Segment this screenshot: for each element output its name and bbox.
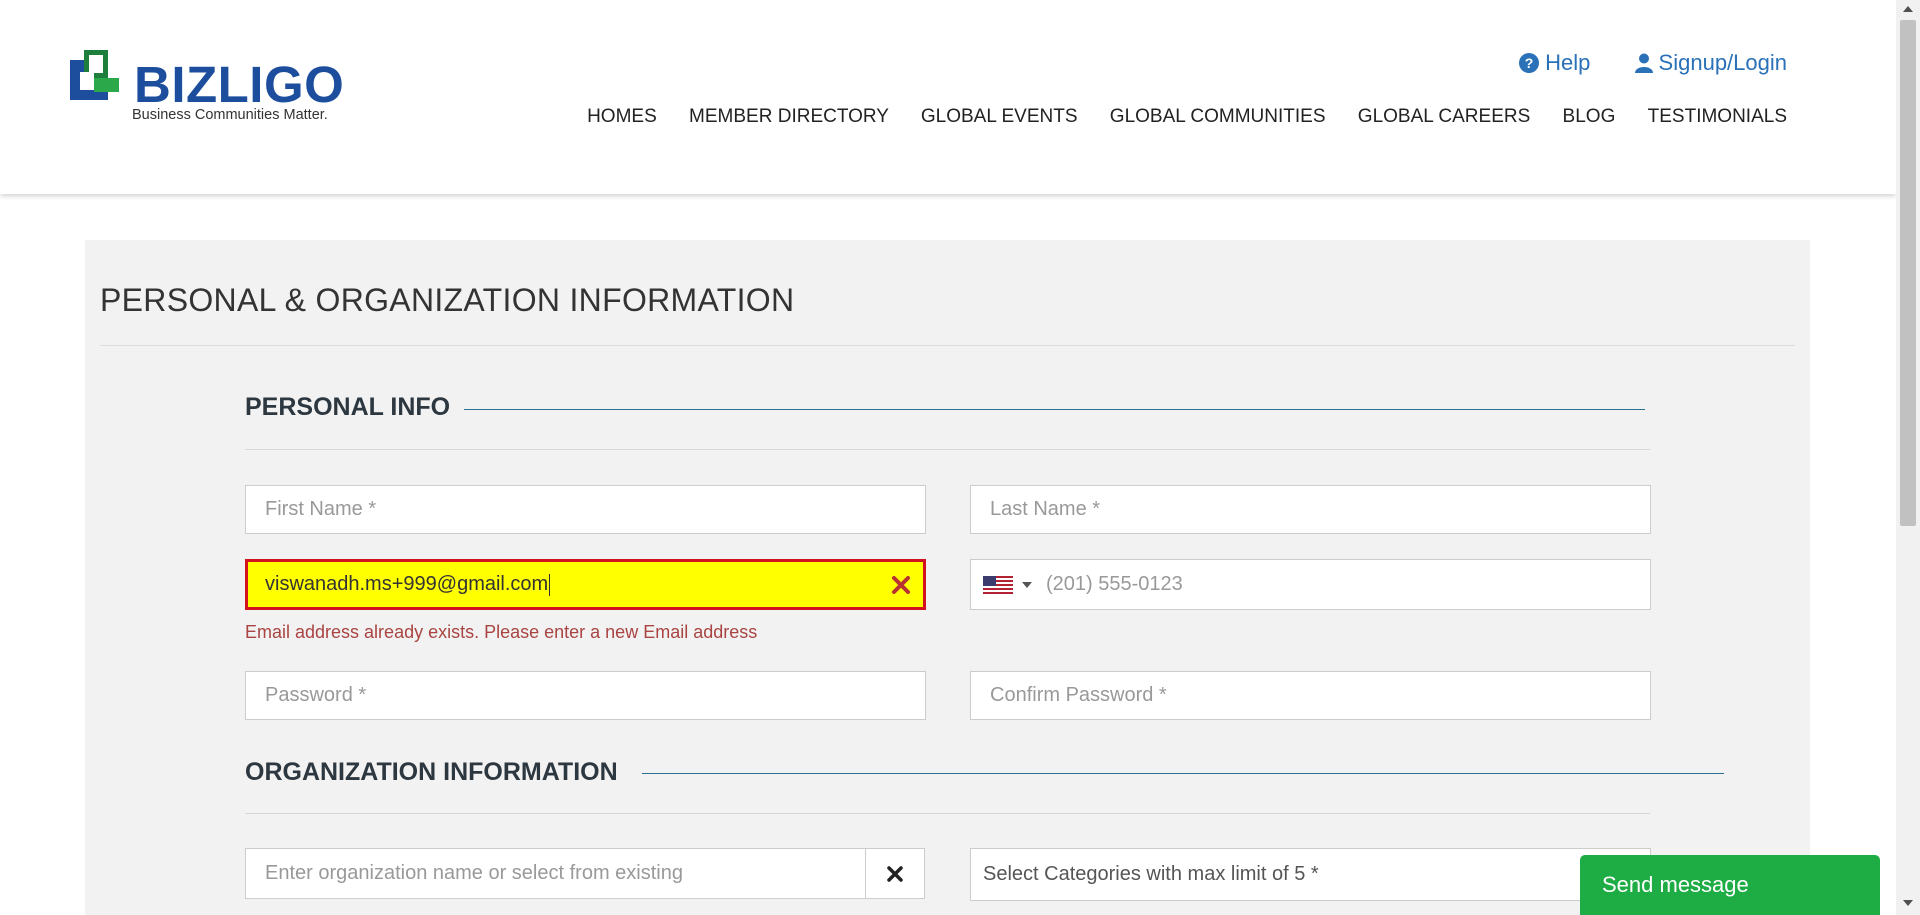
close-icon bbox=[887, 865, 903, 882]
organization-name-input[interactable]: Enter organization name or select from e… bbox=[245, 848, 867, 899]
scroll-down-arrow-icon[interactable] bbox=[1903, 900, 1913, 906]
nav-testimonials[interactable]: TESTIMONIALS bbox=[1648, 106, 1787, 127]
text-caret bbox=[549, 573, 551, 596]
personal-info-heading-line bbox=[464, 409, 1645, 410]
help-link[interactable]: ? Help bbox=[1519, 50, 1590, 76]
confirm-password-field[interactable]: Confirm Password * bbox=[970, 671, 1651, 720]
scroll-up-arrow-icon[interactable] bbox=[1903, 6, 1913, 12]
categories-placeholder: Select Categories with max limit of 5 * bbox=[983, 863, 1319, 885]
signup-login-label: Signup/Login bbox=[1658, 50, 1787, 75]
send-message-label: Send message bbox=[1602, 872, 1749, 897]
password-field[interactable]: Password * bbox=[245, 671, 926, 720]
page-scrollbar[interactable] bbox=[1896, 0, 1920, 915]
phone-placeholder: (201) 555-0123 bbox=[1046, 573, 1183, 595]
last-name-placeholder: Last Name * bbox=[990, 498, 1101, 520]
categories-select[interactable]: Select Categories with max limit of 5 * bbox=[970, 848, 1651, 901]
nav-homes[interactable]: HOMES bbox=[587, 106, 657, 127]
password-placeholder: Password * bbox=[265, 684, 367, 706]
clear-email-icon[interactable] bbox=[891, 575, 911, 595]
personal-info-divider bbox=[245, 449, 1650, 450]
top-links: ? Help Signup/Login bbox=[1481, 50, 1787, 79]
form-panel: PERSONAL & ORGANIZATION INFORMATION PERS… bbox=[85, 240, 1810, 915]
confirm-password-placeholder: Confirm Password * bbox=[990, 684, 1167, 706]
chevron-down-icon bbox=[1022, 581, 1032, 588]
organization-name-placeholder: Enter organization name or select from e… bbox=[265, 862, 683, 884]
nav-global-careers[interactable]: GLOBAL CAREERS bbox=[1358, 106, 1530, 127]
organization-info-divider bbox=[245, 813, 1650, 814]
country-selector[interactable] bbox=[983, 575, 1032, 594]
question-circle-icon: ? bbox=[1519, 53, 1540, 73]
help-label: Help bbox=[1545, 50, 1591, 75]
user-icon bbox=[1634, 53, 1653, 73]
site-header: BIZLIGO Business Communities Matter. ? H… bbox=[0, 0, 1896, 194]
nav-member-directory[interactable]: MEMBER DIRECTORY bbox=[689, 106, 889, 127]
personal-info-heading: PERSONAL INFO bbox=[245, 393, 451, 421]
last-name-field[interactable]: Last Name * bbox=[970, 485, 1651, 534]
organization-info-heading-line bbox=[642, 773, 1724, 774]
main-nav: HOMES MEMBER DIRECTORY GLOBAL EVENTS GLO… bbox=[560, 106, 1787, 128]
signup-login-link[interactable]: Signup/Login bbox=[1634, 50, 1787, 76]
bizligo-logo[interactable]: BIZLIGO Business Communities Matter. bbox=[70, 50, 344, 130]
nav-global-events[interactable]: GLOBAL EVENTS bbox=[921, 106, 1078, 127]
clear-organization-button[interactable] bbox=[865, 848, 925, 899]
email-field[interactable]: viswanadh.ms+999@gmail.com bbox=[245, 559, 926, 610]
send-message-button[interactable]: Send message bbox=[1580, 855, 1880, 915]
logo-mark-icon bbox=[70, 50, 119, 100]
scrollbar-thumb[interactable] bbox=[1900, 20, 1916, 526]
title-divider bbox=[100, 345, 1795, 346]
svg-text:?: ? bbox=[1525, 55, 1534, 71]
nav-global-communities[interactable]: GLOBAL COMMUNITIES bbox=[1110, 106, 1326, 127]
page-title: PERSONAL & ORGANIZATION INFORMATION bbox=[100, 282, 795, 318]
first-name-placeholder: First Name * bbox=[265, 498, 377, 520]
organization-info-heading: ORGANIZATION INFORMATION bbox=[245, 758, 618, 786]
first-name-field[interactable]: First Name * bbox=[245, 485, 926, 534]
email-value: viswanadh.ms+999@gmail.com bbox=[265, 573, 549, 595]
brand-name: BIZLIGO bbox=[134, 56, 345, 113]
nav-blog[interactable]: BLOG bbox=[1563, 106, 1616, 127]
us-flag-icon bbox=[983, 575, 1013, 594]
phone-field[interactable]: (201) 555-0123 bbox=[970, 559, 1651, 610]
brand-tagline: Business Communities Matter. bbox=[132, 107, 328, 123]
email-error-message: Email address already exists. Please ent… bbox=[245, 622, 758, 642]
